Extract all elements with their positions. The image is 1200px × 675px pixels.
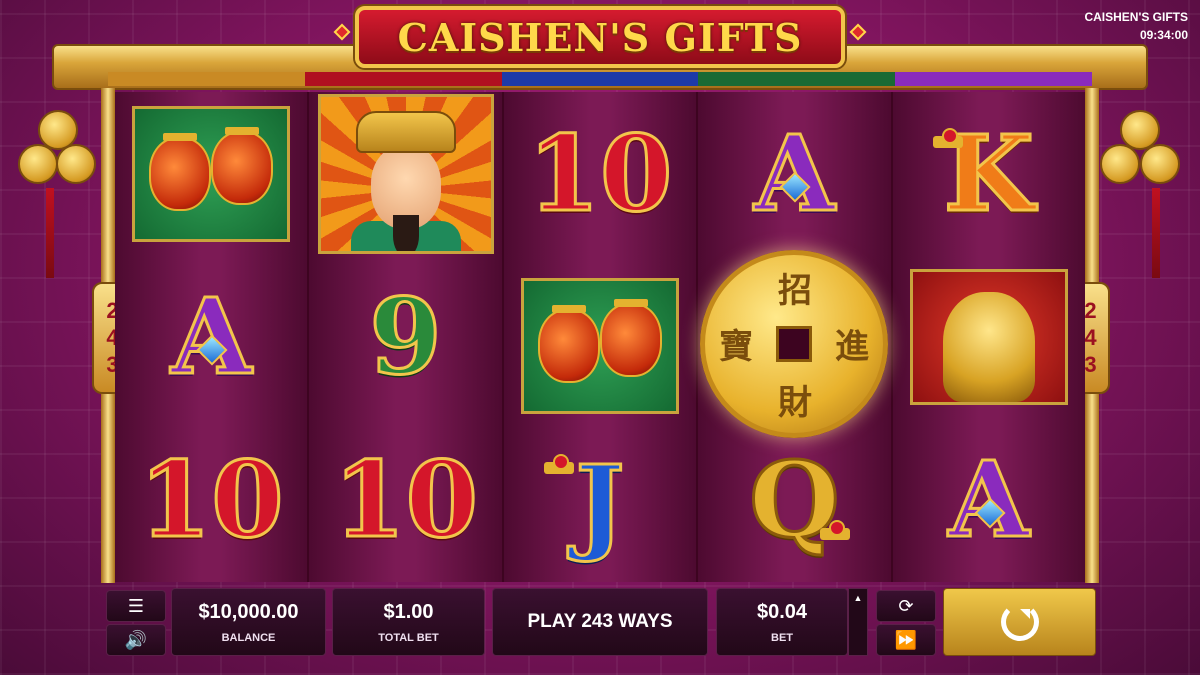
gem-left-icon: [333, 23, 351, 41]
coin-char-top: 招: [778, 271, 812, 311]
color-strip: [108, 72, 1092, 86]
balance-label: BALANCE: [221, 631, 276, 644]
coin-charm-right: [1100, 110, 1190, 278]
symbol-text: 9: [368, 274, 443, 398]
total-bet-display: $1.00 TOTAL BET: [332, 588, 485, 656]
corner-game-title: CAISHEN'S GIFTS: [1084, 10, 1188, 24]
spin-icon: [1000, 603, 1039, 641]
autoplay-button[interactable]: ⟳: [876, 590, 936, 622]
coin-char-right: 進: [835, 327, 869, 367]
symbol-text: J: [574, 441, 626, 565]
lantern-icon: [538, 308, 601, 383]
crown-icon: [543, 452, 574, 474]
symbol-10: 10: [115, 418, 307, 581]
menu-button[interactable]: ☰: [106, 590, 166, 622]
symbol-10: 10: [504, 92, 696, 255]
crown-icon: [932, 126, 963, 148]
symbol-caishen: [309, 92, 501, 255]
total-bet-value: $1.00: [383, 600, 434, 623]
lanterns-tile: [132, 105, 291, 242]
beard-shape: [392, 214, 419, 251]
bet-label: BET: [771, 631, 793, 644]
gold-coin-symbol: 招 寶 進 財: [700, 250, 888, 438]
symbol-a: A: [698, 92, 890, 255]
golden-lion-tile: [909, 268, 1068, 405]
crown-icon: [820, 518, 851, 540]
lantern-icon: [600, 302, 663, 377]
caishen-hat-icon: [355, 110, 456, 153]
symbol-a: A: [893, 418, 1085, 581]
symbol-k: K: [893, 92, 1085, 255]
fast-forward-icon: ⏩: [894, 629, 918, 651]
bet-selector[interactable]: $0.04 BET: [716, 588, 848, 656]
lanterns-tile: [521, 277, 680, 414]
symbol-9: 9: [309, 255, 501, 418]
reel-2: 9 10: [309, 92, 504, 582]
symbol-golden-lion: [893, 255, 1085, 418]
symbol-lanterns: [115, 92, 307, 255]
coin-hole: [776, 326, 812, 362]
bet-increase-button[interactable]: ▲: [848, 588, 868, 656]
menu-icon: ☰: [127, 595, 145, 617]
balance-display: $10,000.00 BALANCE: [171, 588, 326, 656]
speaker-icon: 🔊: [124, 629, 148, 651]
chevron-up-icon: ▲: [853, 593, 863, 603]
play-ways-text: PLAY 243 WAYS: [527, 611, 673, 632]
caishen-tile: [317, 93, 494, 254]
sound-button[interactable]: 🔊: [106, 624, 166, 656]
turbo-button[interactable]: ⏩: [876, 624, 936, 656]
symbol-text: 10: [137, 437, 285, 561]
title-banner: CAISHEN'S GIFTS: [355, 6, 845, 68]
balance-value: $10,000.00: [198, 600, 299, 623]
clock: 09:34:00: [1139, 28, 1188, 42]
spin-button[interactable]: [943, 588, 1096, 656]
reel-5: K A: [892, 92, 1086, 582]
gem-right-icon: [849, 23, 867, 41]
lantern-icon: [211, 130, 274, 205]
total-bet-label: TOTAL BET: [378, 631, 439, 644]
play-ways-display: PLAY 243 WAYS: [492, 588, 708, 656]
symbol-10: 10: [309, 418, 501, 581]
lantern-icon: [149, 136, 212, 211]
autoplay-icon: ⟳: [898, 595, 914, 617]
bet-value: $0.04: [756, 600, 808, 623]
symbol-lanterns: [504, 264, 696, 427]
coin-charm-left: [12, 110, 102, 278]
reel-3: 10 J: [503, 92, 699, 585]
symbol-text: 10: [332, 437, 480, 561]
symbol-j: J: [504, 422, 696, 585]
symbol-a: A: [115, 255, 307, 418]
reel-grid: A 10 9 10 10: [115, 92, 1086, 585]
golden-lion-icon: [942, 291, 1035, 402]
top-info: CAISHEN'S GIFTS 09:34:00: [1084, 8, 1188, 44]
game-title: CAISHEN'S GIFTS: [397, 14, 803, 60]
reel-1: A 10: [115, 92, 310, 582]
coin-char-bottom: 財: [778, 383, 812, 423]
coin-char-left: 寶: [719, 327, 753, 367]
symbol-q: Q: [698, 418, 890, 581]
symbol-text: 10: [526, 111, 674, 235]
